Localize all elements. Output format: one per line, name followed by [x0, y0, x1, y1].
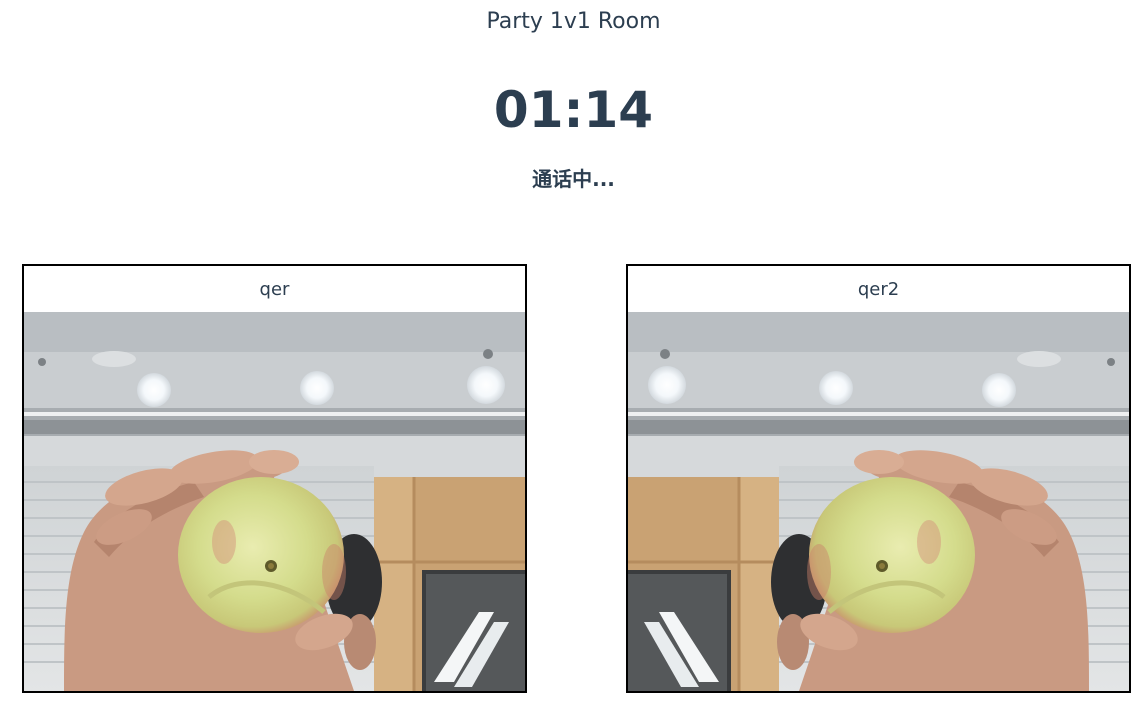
video-stream-remote: [628, 312, 1129, 691]
video-panel-local: qer: [22, 264, 527, 693]
call-status: 通话中...: [532, 167, 615, 191]
participant-name: qer2: [628, 266, 1129, 312]
video-panel-remote: qer2: [626, 264, 1131, 693]
participant-name: qer: [24, 266, 525, 312]
room-title: Party 1v1 Room: [486, 9, 661, 34]
video-stream-local: [24, 312, 525, 691]
call-timer: 01:14: [493, 81, 654, 139]
